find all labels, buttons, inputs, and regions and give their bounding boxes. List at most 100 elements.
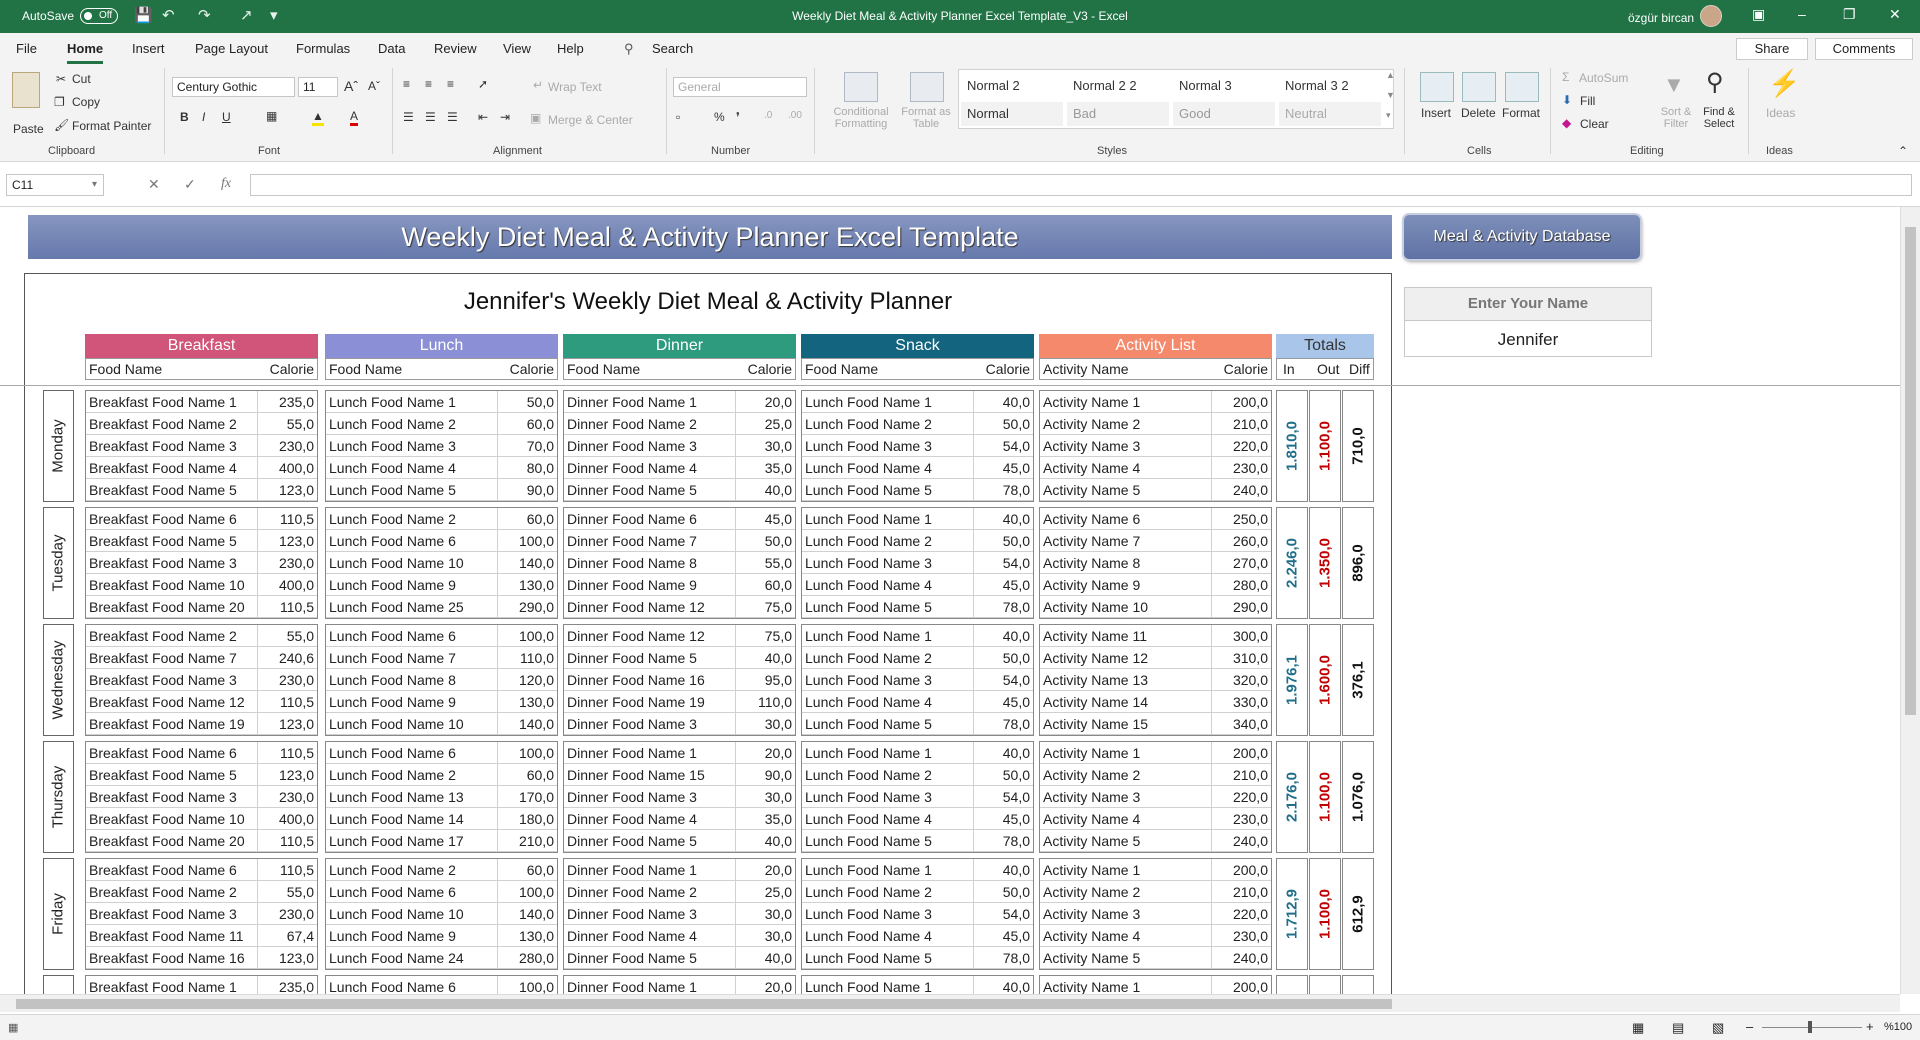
item-calorie[interactable]: 30,0 [765, 435, 792, 457]
item-name[interactable]: Activity Name 3 [1043, 435, 1208, 457]
item-name[interactable]: Lunch Food Name 1 [805, 508, 970, 530]
table-row[interactable]: Lunch Food Name 3 54,0 [802, 669, 1033, 691]
name-box[interactable]: C11 [6, 174, 104, 196]
table-row[interactable]: Lunch Food Name 13 170,0 [326, 786, 557, 808]
table-row[interactable]: Lunch Food Name 2 50,0 [802, 881, 1033, 903]
table-row[interactable]: Lunch Food Name 3 54,0 [802, 435, 1033, 457]
table-row[interactable]: Activity Name 5 240,0 [1040, 479, 1271, 501]
table-row[interactable]: Lunch Food Name 2 50,0 [802, 647, 1033, 669]
table-row[interactable]: Breakfast Food Name 12 110,5 [86, 691, 317, 713]
delete-cells-button[interactable]: Delete [1461, 106, 1496, 120]
table-row[interactable]: Dinner Food Name 12 75,0 [564, 596, 795, 618]
item-calorie[interactable]: 110,5 [280, 596, 314, 618]
item-name[interactable]: Breakfast Food Name 7 [89, 647, 254, 669]
item-calorie[interactable]: 235,0 [279, 391, 314, 413]
item-name[interactable]: Lunch Food Name 4 [329, 457, 494, 479]
item-name[interactable]: Lunch Food Name 2 [805, 881, 970, 903]
table-row[interactable]: Activity Name 11 300,0 [1040, 625, 1271, 647]
item-name[interactable]: Breakfast Food Name 2 [89, 881, 254, 903]
item-name[interactable]: Breakfast Food Name 11 [89, 925, 254, 947]
item-name[interactable]: Breakfast Food Name 6 [89, 859, 254, 881]
item-name[interactable]: Activity Name 3 [1043, 786, 1208, 808]
item-calorie[interactable]: 78,0 [1003, 830, 1030, 852]
comments-button[interactable]: Comments [1815, 38, 1913, 60]
item-name[interactable]: Activity Name 11 [1043, 625, 1208, 647]
page-layout-view-icon[interactable]: ▤ [1672, 1020, 1684, 1036]
item-name[interactable]: Lunch Food Name 6 [329, 742, 494, 764]
item-name[interactable]: Lunch Food Name 1 [805, 742, 970, 764]
item-calorie[interactable]: 140,0 [519, 903, 554, 925]
save-icon[interactable]: 💾 [134, 6, 153, 24]
paste-button[interactable]: Paste [13, 122, 44, 136]
item-calorie[interactable]: 40,0 [765, 830, 792, 852]
item-calorie[interactable]: 140,0 [519, 713, 554, 735]
table-row[interactable]: Activity Name 1 200,0 [1040, 976, 1271, 994]
item-calorie[interactable]: 110,0 [520, 647, 554, 669]
table-row[interactable]: Lunch Food Name 1 40,0 [802, 976, 1033, 994]
menu-help[interactable]: Help [557, 41, 584, 56]
table-row[interactable]: Dinner Food Name 3 30,0 [564, 903, 795, 925]
cut-icon[interactable]: ✂ [56, 72, 66, 86]
item-name[interactable]: Activity Name 5 [1043, 947, 1208, 969]
table-row[interactable]: Activity Name 1 200,0 [1040, 391, 1271, 413]
table-row[interactable]: Lunch Food Name 5 78,0 [802, 947, 1033, 969]
table-row[interactable]: Lunch Food Name 1 40,0 [802, 742, 1033, 764]
item-name[interactable]: Activity Name 13 [1043, 669, 1208, 691]
item-name[interactable]: Dinner Food Name 1 [567, 976, 732, 994]
item-calorie[interactable]: 220,0 [1233, 786, 1268, 808]
item-name[interactable]: Lunch Food Name 6 [329, 881, 494, 903]
table-row[interactable]: Activity Name 2 210,0 [1040, 881, 1271, 903]
item-name[interactable]: Breakfast Food Name 20 [89, 596, 254, 618]
table-row[interactable]: Dinner Food Name 16 95,0 [564, 669, 795, 691]
merge-icon[interactable]: ▣ [530, 111, 541, 125]
item-name[interactable]: Breakfast Food Name 10 [89, 574, 254, 596]
table-row[interactable]: Lunch Food Name 4 45,0 [802, 574, 1033, 596]
wrap-text-button[interactable]: Wrap Text [548, 80, 602, 94]
item-name[interactable]: Activity Name 4 [1043, 457, 1208, 479]
item-calorie[interactable]: 75,0 [765, 625, 792, 647]
item-name[interactable]: Breakfast Food Name 1 [89, 976, 254, 994]
table-row[interactable]: Activity Name 10 290,0 [1040, 596, 1271, 618]
item-name[interactable]: Lunch Food Name 5 [805, 713, 970, 735]
item-name[interactable]: Lunch Food Name 17 [329, 830, 494, 852]
delete-cells-icon[interactable] [1462, 72, 1496, 102]
item-calorie[interactable]: 30,0 [765, 713, 792, 735]
table-row[interactable]: Activity Name 5 240,0 [1040, 947, 1271, 969]
style-normal-2[interactable]: Normal 2 [961, 74, 1063, 98]
table-row[interactable]: Breakfast Food Name 7 240,6 [86, 647, 317, 669]
table-row[interactable]: Lunch Food Name 24 280,0 [326, 947, 557, 969]
format-as-table-icon[interactable] [910, 72, 944, 102]
item-name[interactable]: Dinner Food Name 2 [567, 881, 732, 903]
style-good[interactable]: Good [1173, 102, 1275, 126]
increase-decimal-icon[interactable]: .0 [764, 110, 772, 121]
item-calorie[interactable]: 45,0 [1003, 691, 1030, 713]
wrap-text-icon[interactable]: ↵ [533, 78, 543, 92]
item-name[interactable]: Dinner Food Name 5 [567, 647, 732, 669]
align-left-icon[interactable]: ☰ [403, 110, 414, 124]
worksheet[interactable]: Weekly Diet Meal & Activity Planner Exce… [0, 207, 1920, 994]
item-calorie[interactable]: 210,0 [519, 830, 554, 852]
item-name[interactable]: Dinner Food Name 9 [567, 574, 732, 596]
middle-align-icon[interactable]: ≡ [425, 77, 432, 91]
item-name[interactable]: Dinner Food Name 5 [567, 479, 732, 501]
item-calorie[interactable]: 45,0 [1003, 574, 1030, 596]
table-row[interactable]: Dinner Food Name 8 55,0 [564, 552, 795, 574]
item-calorie[interactable]: 260,0 [1233, 530, 1268, 552]
horizontal-scrollbar[interactable] [0, 994, 1900, 1012]
table-row[interactable]: Dinner Food Name 2 25,0 [564, 413, 795, 435]
item-name[interactable]: Dinner Food Name 1 [567, 859, 732, 881]
menu-home[interactable]: Home [67, 41, 104, 64]
table-row[interactable]: Activity Name 4 230,0 [1040, 808, 1271, 830]
item-name[interactable]: Breakfast Food Name 3 [89, 552, 254, 574]
item-name[interactable]: Activity Name 6 [1043, 508, 1208, 530]
table-row[interactable]: Breakfast Food Name 2 55,0 [86, 413, 317, 435]
item-calorie[interactable]: 240,0 [1233, 947, 1268, 969]
item-calorie[interactable]: 78,0 [1003, 947, 1030, 969]
orientation-icon[interactable]: ➚ [478, 77, 488, 91]
insert-cells-icon[interactable] [1420, 72, 1454, 102]
item-name[interactable]: Activity Name 1 [1043, 859, 1208, 881]
ideas-icon[interactable]: ⚡ [1768, 68, 1800, 99]
item-name[interactable]: Activity Name 1 [1043, 742, 1208, 764]
item-name[interactable]: Lunch Food Name 2 [329, 859, 494, 881]
item-calorie[interactable]: 78,0 [1003, 713, 1030, 735]
